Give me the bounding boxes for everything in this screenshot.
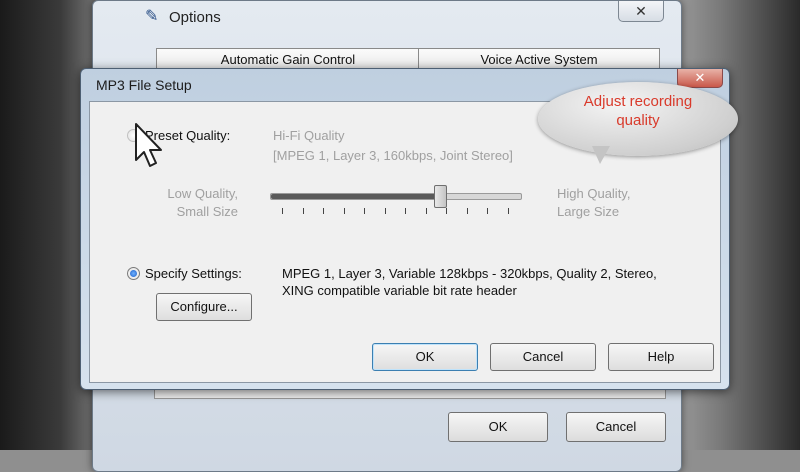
- slider-tick: [364, 208, 366, 214]
- settings-summary-line1: MPEG 1, Layer 3, Variable 128kbps - 320k…: [282, 266, 657, 281]
- slider-tick: [466, 208, 468, 214]
- slider-tick: [487, 208, 489, 214]
- specify-settings-radio[interactable]: [127, 267, 140, 280]
- options-window-title: Options: [169, 9, 221, 26]
- slider-tick: [323, 208, 325, 214]
- quality-slider-fill: [271, 194, 439, 199]
- mp3-cancel-button[interactable]: Cancel: [490, 343, 596, 371]
- mp3-ok-button[interactable]: OK: [372, 343, 478, 371]
- callout-tail: [592, 146, 610, 164]
- options-ok-button[interactable]: OK: [448, 412, 548, 442]
- options-cancel-button[interactable]: Cancel: [566, 412, 666, 442]
- large-size-label: Large Size: [557, 204, 620, 219]
- quality-slider[interactable]: [270, 185, 522, 208]
- configure-button[interactable]: Configure...: [156, 293, 252, 321]
- low-quality-label: Low Quality,: [167, 186, 238, 201]
- slider-tick: [282, 208, 283, 214]
- small-size-label: Small Size: [176, 204, 238, 219]
- high-quality-label: High Quality,: [557, 186, 631, 201]
- callout-text: Adjust recording quality: [583, 93, 693, 129]
- mp3-help-button[interactable]: Help: [608, 343, 714, 371]
- slider-tick: [425, 208, 427, 214]
- preset-quality-name: Hi-Fi Quality: [273, 128, 345, 143]
- slider-tick: [343, 208, 345, 214]
- quality-slider-thumb[interactable]: [433, 185, 447, 208]
- slider-tick: [508, 208, 509, 214]
- specify-settings-label: Specify Settings:: [145, 266, 242, 281]
- slider-tick: [405, 208, 407, 214]
- options-close-button[interactable]: ✕: [618, 1, 664, 22]
- annotation-callout: Adjust recording quality: [538, 82, 738, 156]
- preset-quality-detail: [MPEG 1, Layer 3, 160kbps, Joint Stereo]: [273, 148, 513, 163]
- slider-tick: [302, 208, 304, 214]
- options-app-icon: ✎: [145, 8, 159, 25]
- slider-tick: [384, 208, 386, 214]
- mp3-dialog-title: MP3 File Setup: [96, 77, 192, 93]
- arrow-cursor-icon: [135, 123, 162, 167]
- slider-tick: [446, 208, 448, 214]
- settings-summary-line2: XING compatible variable bit rate header: [282, 283, 517, 298]
